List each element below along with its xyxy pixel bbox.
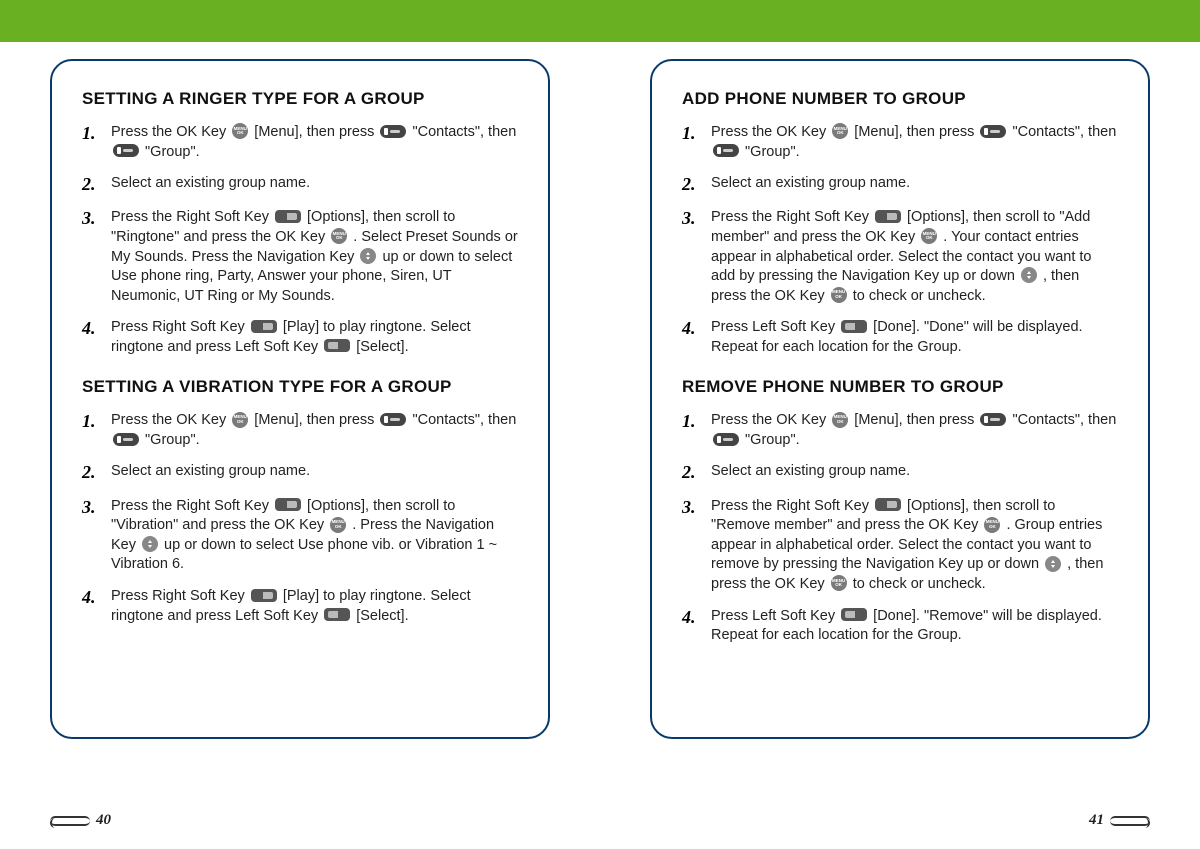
step-number: 4. — [82, 585, 106, 609]
step-text: Press the OK Key [Menu], then press "Con… — [711, 411, 1118, 450]
step-item: 2. Select an existing group name. — [82, 462, 518, 484]
steps-list: 1. Press the OK Key [Menu], then press "… — [682, 411, 1118, 645]
left-soft-key-icon — [841, 608, 867, 621]
step-text: Press Right Soft Key [Play] to play ring… — [111, 587, 518, 626]
step-number: 1. — [82, 121, 106, 145]
step-item: 1. Press the OK Key [Menu], then press "… — [682, 123, 1118, 162]
page-number-right-text: 41 — [1089, 812, 1104, 829]
step-number: 4. — [682, 316, 706, 340]
number-key-icon — [980, 125, 1006, 138]
right-soft-key-icon — [875, 498, 901, 511]
menu-ok-icon — [984, 517, 1000, 533]
step-number: 3. — [682, 206, 706, 230]
left-soft-key-icon — [324, 608, 350, 621]
step-item: 3. Press the Right Soft Key [Options], t… — [82, 497, 518, 575]
step-item: 4. Press Right Soft Key [Play] to play r… — [82, 318, 518, 357]
section-heading: REMOVE PHONE NUMBER TO GROUP — [682, 377, 1118, 397]
left-page: CONTACTS SETTING A RINGER TYPE FOR A GRO… — [0, 0, 600, 849]
menu-ok-icon — [831, 575, 847, 591]
menu-ok-icon — [330, 517, 346, 533]
right-card: ADD PHONE NUMBER TO GROUP 1. Press the O… — [650, 59, 1150, 739]
step-number: 2. — [682, 172, 706, 196]
step-text: Select an existing group name. — [111, 462, 518, 482]
step-item: 1. Press the OK Key [Menu], then press "… — [82, 411, 518, 450]
step-text: Press the OK Key [Menu], then press "Con… — [111, 411, 518, 450]
left-soft-key-icon — [324, 339, 350, 352]
section-heading: ADD PHONE NUMBER TO GROUP — [682, 89, 1118, 109]
page-number-left: 40 — [50, 812, 111, 829]
menu-ok-icon — [832, 123, 848, 139]
nav-key-icon — [360, 248, 376, 264]
step-item: 3. Press the Right Soft Key [Options], t… — [82, 208, 518, 306]
steps-list: 1. Press the OK Key [Menu], then press "… — [82, 123, 518, 357]
step-item: 4. Press Left Soft Key [Done]. "Remove" … — [682, 607, 1118, 646]
step-text: Press the OK Key [Menu], then press "Con… — [711, 123, 1118, 162]
step-item: 1. Press the OK Key [Menu], then press "… — [682, 411, 1118, 450]
step-text: Press the Right Soft Key [Options], then… — [111, 208, 518, 306]
step-item: 3. Press the Right Soft Key [Options], t… — [682, 208, 1118, 306]
steps-list: 1. Press the OK Key [Menu], then press "… — [82, 411, 518, 626]
step-number: 4. — [82, 316, 106, 340]
nav-key-icon — [1021, 267, 1037, 283]
right-soft-key-icon — [275, 498, 301, 511]
menu-ok-icon — [831, 287, 847, 303]
step-item: 4. Press Right Soft Key [Play] to play r… — [82, 587, 518, 626]
step-text: Select an existing group name. — [711, 462, 1118, 482]
nav-key-icon — [142, 536, 158, 552]
page-spread: CONTACTS SETTING A RINGER TYPE FOR A GRO… — [0, 0, 1200, 849]
menu-ok-icon — [921, 228, 937, 244]
right-page: CONTACTS ADD PHONE NUMBER TO GROUP 1. Pr… — [600, 0, 1200, 849]
step-number: 1. — [682, 409, 706, 433]
step-text: Press Left Soft Key [Done]. "Done" will … — [711, 318, 1118, 357]
step-number: 2. — [82, 460, 106, 484]
step-item: 2. Select an existing group name. — [682, 462, 1118, 484]
step-text: Press the Right Soft Key [Options], then… — [111, 497, 518, 575]
number-key-icon — [713, 144, 739, 157]
number-key-icon — [380, 125, 406, 138]
step-text: Select an existing group name. — [111, 174, 518, 194]
number-key-icon — [113, 144, 139, 157]
step-number: 3. — [682, 495, 706, 519]
number-key-icon — [113, 433, 139, 446]
page-number-right: 41 — [1089, 812, 1150, 829]
step-number: 4. — [682, 605, 706, 629]
step-number: 1. — [682, 121, 706, 145]
menu-ok-icon — [232, 123, 248, 139]
step-text: Press Left Soft Key [Done]. "Remove" wil… — [711, 607, 1118, 646]
page-title-left: CONTACTS — [60, 4, 550, 27]
number-key-icon — [713, 433, 739, 446]
left-soft-key-icon — [841, 320, 867, 333]
right-soft-key-icon — [251, 320, 277, 333]
step-text: Press Right Soft Key [Play] to play ring… — [111, 318, 518, 357]
step-item: 2. Select an existing group name. — [82, 174, 518, 196]
menu-ok-icon — [232, 412, 248, 428]
step-number: 2. — [82, 172, 106, 196]
step-text: Press the Right Soft Key [Options], then… — [711, 497, 1118, 595]
steps-list: 1. Press the OK Key [Menu], then press "… — [682, 123, 1118, 357]
step-item: 4. Press Left Soft Key [Done]. "Done" wi… — [682, 318, 1118, 357]
right-soft-key-icon — [275, 210, 301, 223]
step-text: Select an existing group name. — [711, 174, 1118, 194]
step-number: 2. — [682, 460, 706, 484]
menu-ok-icon — [331, 228, 347, 244]
left-card: SETTING A RINGER TYPE FOR A GROUP 1. Pre… — [50, 59, 550, 739]
nav-key-icon — [1045, 556, 1061, 572]
step-item: 2. Select an existing group name. — [682, 174, 1118, 196]
step-item: 3. Press the Right Soft Key [Options], t… — [682, 497, 1118, 595]
menu-ok-icon — [832, 412, 848, 428]
number-key-icon — [380, 413, 406, 426]
step-item: 1. Press the OK Key [Menu], then press "… — [82, 123, 518, 162]
step-text: Press the OK Key [Menu], then press "Con… — [111, 123, 518, 162]
step-text: Press the Right Soft Key [Options], then… — [711, 208, 1118, 306]
right-soft-key-icon — [251, 589, 277, 602]
step-number: 3. — [82, 495, 106, 519]
section-heading: SETTING A RINGER TYPE FOR A GROUP — [82, 89, 518, 109]
step-number: 3. — [82, 206, 106, 230]
number-key-icon — [980, 413, 1006, 426]
step-number: 1. — [82, 409, 106, 433]
page-number-left-text: 40 — [96, 812, 111, 829]
section-heading: SETTING A VIBRATION TYPE FOR A GROUP — [82, 377, 518, 397]
right-soft-key-icon — [875, 210, 901, 223]
page-title-right: CONTACTS — [660, 4, 1150, 27]
